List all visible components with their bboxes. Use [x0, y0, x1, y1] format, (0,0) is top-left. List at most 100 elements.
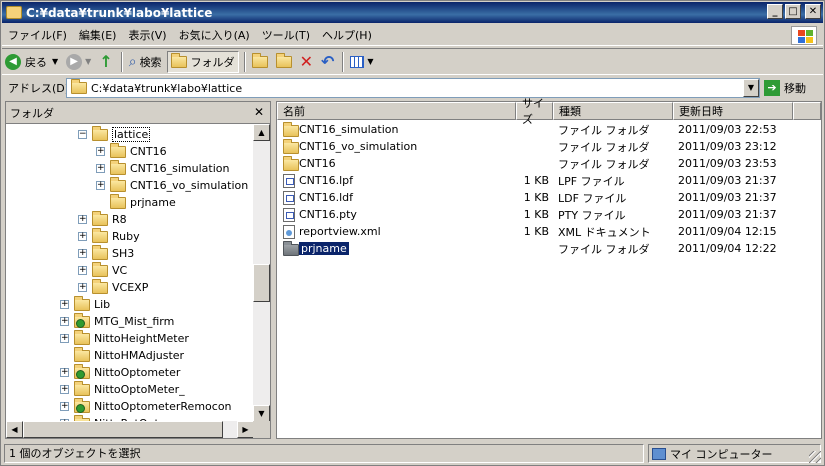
scroll-thumb[interactable]	[253, 264, 270, 302]
menu-file[interactable]: ファイル(F)	[2, 27, 73, 43]
expand-icon[interactable]: +	[60, 402, 69, 411]
file-name: CNT16	[299, 157, 336, 170]
menu-favorites[interactable]: お気に入り(A)	[173, 27, 256, 43]
scroll-right-button[interactable]: ▶	[237, 421, 254, 438]
tree-item-label: NittoOptoMeter_	[94, 383, 185, 396]
move-to-button[interactable]	[249, 51, 271, 73]
folders-button[interactable]: フォルダ	[166, 50, 239, 73]
copy-to-button[interactable]	[273, 51, 295, 73]
file-row[interactable]: CNT16 ファイル フォルダ 2011/09/03 23:53	[277, 155, 821, 172]
file-name: CNT16.ldf	[299, 191, 354, 204]
close-pane-icon[interactable]: ✕	[254, 105, 264, 119]
file-row[interactable]: CNT16_simulation ファイル フォルダ 2011/09/03 22:5…	[277, 121, 821, 138]
tree-item-label: CNT16_simulation	[130, 162, 230, 175]
expand-icon[interactable]: +	[60, 385, 69, 394]
tree-item[interactable]: + Lib	[60, 295, 110, 313]
title-bar[interactable]: C:¥data¥trunk¥labo¥lattice _ □ ✕	[2, 2, 823, 23]
folder-pane-header: フォルダ ✕	[6, 102, 270, 124]
column-header-size[interactable]: サイズ	[516, 97, 553, 126]
views-button[interactable]: ▼	[347, 51, 376, 73]
tree-item[interactable]: + VCEXP	[78, 278, 148, 296]
file-row[interactable]: CNT16.pty 1 KB PTY ファイル 2011/09/03 21:37	[277, 206, 821, 223]
expand-icon[interactable]: +	[96, 164, 105, 173]
menu-help[interactable]: ヘルプ(H)	[316, 27, 378, 43]
file-row[interactable]: CNT16.ldf 1 KB LDF ファイル 2011/09/03 21:37	[277, 189, 821, 206]
file-row[interactable]: prjname ファイル フォルダ 2011/09/04 12:22	[277, 240, 821, 257]
forward-button[interactable]: ▶ ▼	[63, 51, 94, 73]
folder-icon	[110, 159, 126, 175]
chevron-down-icon: ▼	[85, 57, 92, 66]
expand-icon[interactable]: +	[96, 147, 105, 156]
address-dropdown-button[interactable]: ▼	[743, 79, 759, 97]
address-input[interactable]: C:¥data¥trunk¥labo¥lattice ▼	[66, 78, 760, 98]
up-folder-button[interactable]: ↑	[96, 51, 115, 73]
tree-item[interactable]: + NittoHeightMeter	[60, 329, 189, 347]
close-button[interactable]: ✕	[805, 4, 821, 19]
expand-icon[interactable]: +	[60, 317, 69, 326]
search-button[interactable]: ⌕ 検索	[126, 51, 165, 73]
tree-item[interactable]: + CNT16_simulation	[96, 159, 230, 177]
resize-grip[interactable]	[809, 451, 821, 463]
menu-tools[interactable]: ツール(T)	[256, 27, 316, 43]
tree-item-label: NittoOptometer	[94, 366, 181, 379]
scroll-up-button[interactable]: ▲	[253, 124, 270, 141]
menu-view[interactable]: 表示(V)	[122, 27, 172, 43]
chevron-down-icon: ▼	[367, 57, 374, 66]
expand-icon[interactable]: +	[96, 181, 105, 190]
hscroll-thumb[interactable]	[23, 421, 223, 438]
file-row[interactable]: CNT16_vo_simulation ファイル フォルダ 2011/09/03 2…	[277, 138, 821, 155]
file-type: XML ドキュメント	[558, 225, 651, 239]
expand-icon[interactable]: +	[78, 215, 87, 224]
file-name: CNT16_vo_simulation	[299, 140, 418, 153]
folder-icon	[74, 295, 90, 311]
file-modified: 2011/09/03 22:53	[678, 123, 777, 136]
folder-icon	[74, 380, 90, 396]
file-modified: 2011/09/04 12:15	[678, 225, 777, 238]
column-header-modified[interactable]: 更新日時	[673, 102, 793, 120]
menu-bar: ファイル(F) 編集(E) 表示(V) お気に入り(A) ツール(T) ヘルプ(…	[2, 24, 823, 46]
minimize-button[interactable]: _	[767, 4, 783, 19]
file-modified: 2011/09/03 21:37	[678, 208, 777, 221]
vertical-scrollbar[interactable]: ▲ ▼	[253, 124, 270, 422]
tree-item[interactable]: + R8	[78, 210, 127, 228]
tree-item[interactable]: + CNT16_vo_simulation	[96, 176, 248, 194]
expand-icon[interactable]: +	[78, 283, 87, 292]
menu-edit[interactable]: 編集(E)	[73, 27, 123, 43]
column-header-type[interactable]: 種類	[553, 102, 673, 120]
folder-icon	[283, 156, 299, 171]
file-type: ファイル フォルダ	[558, 242, 650, 256]
folder-icon	[92, 278, 108, 294]
maximize-button[interactable]: □	[785, 4, 801, 19]
tree-item[interactable]: + Ruby	[78, 227, 140, 245]
expand-icon[interactable]: +	[60, 334, 69, 343]
tree-item-label: SH3	[112, 247, 135, 260]
horizontal-scrollbar[interactable]: ◀ ▶	[6, 421, 254, 438]
scroll-down-button[interactable]: ▼	[253, 405, 270, 422]
tree-item[interactable]: + MTG_Mist_firm	[60, 312, 174, 330]
back-button[interactable]: ◀ 戻る ▼	[2, 51, 61, 73]
collapse-icon[interactable]: −	[78, 130, 87, 139]
tree-item[interactable]: + NittoOptoMeter_	[60, 380, 185, 398]
file-row[interactable]: CNT16.lpf 1 KB LPF ファイル 2011/09/03 21:37	[277, 172, 821, 189]
tree-item[interactable]: prjname	[96, 193, 176, 211]
tree-item[interactable]: + NittoOptometer	[60, 363, 181, 381]
expand-icon[interactable]: +	[78, 232, 87, 241]
expand-icon[interactable]: +	[60, 300, 69, 309]
undo-button[interactable]: ↶	[318, 51, 337, 73]
expand-icon[interactable]: +	[60, 368, 69, 377]
go-button[interactable]: ➔ 移動	[764, 77, 806, 99]
expand-icon[interactable]: +	[78, 266, 87, 275]
tree-item[interactable]: + VC	[78, 261, 127, 279]
tree-item[interactable]: + CNT16	[96, 142, 167, 160]
file-name: reportview.xml	[299, 225, 381, 238]
column-header-name[interactable]: 名前	[277, 102, 516, 120]
tree-item[interactable]: + NittoOptometerRemocon	[60, 397, 232, 415]
tree-item[interactable]: − lattice	[78, 125, 151, 143]
tree-item[interactable]: NittoHMAdjuster	[60, 346, 184, 364]
tree-item[interactable]: + SH3	[78, 244, 135, 262]
file-type: LDF ファイル	[558, 191, 627, 205]
scroll-left-button[interactable]: ◀	[6, 421, 23, 438]
file-row[interactable]: reportview.xml 1 KB XML ドキュメント 2011/09/04 1…	[277, 223, 821, 240]
expand-icon[interactable]: +	[78, 249, 87, 258]
delete-button[interactable]: ✕	[297, 51, 316, 73]
